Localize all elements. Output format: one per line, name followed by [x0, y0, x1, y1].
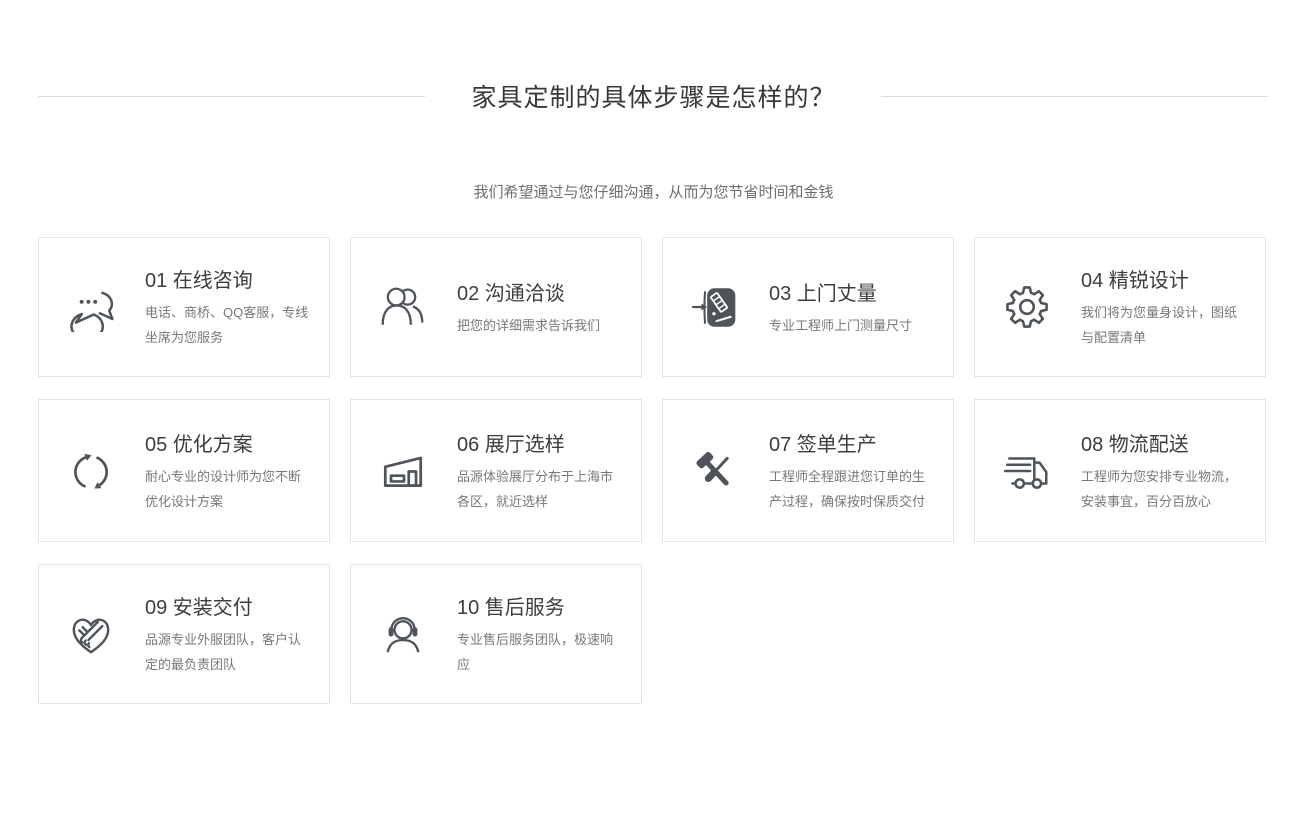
- step-card: 09 安装交付 品源专业外服团队，客户认定的最负责团队: [38, 564, 330, 704]
- handshake-heart-icon: [66, 609, 116, 659]
- step-description: 电话、商桥、QQ客服，专线坐席为您服务: [145, 300, 311, 350]
- step-card: 04 精锐设计 我们将为您量身设计，图纸与配置清单: [974, 237, 1266, 377]
- door-measure-icon: [690, 282, 740, 332]
- heading-divider-left: [38, 96, 425, 97]
- step-icon-box: [65, 608, 117, 660]
- step-description: 专业工程师上门测量尺寸: [769, 313, 912, 338]
- step-title: 01 在线咨询: [145, 264, 311, 293]
- showroom-building-icon: [378, 446, 428, 496]
- step-icon-box: [377, 445, 429, 497]
- step-icon-box: [689, 445, 741, 497]
- gear-icon: [1002, 282, 1052, 332]
- section-subtitle: 我们希望通过与您仔细沟通，从而为您节省时间和金钱: [0, 181, 1307, 202]
- heading-divider-right: [881, 96, 1268, 97]
- step-icon-box: [377, 608, 429, 660]
- step-card: 07 签单生产 工程师全程跟进您订单的生产过程，确保按时保质交付: [662, 399, 954, 542]
- step-title: 04 精锐设计: [1081, 264, 1247, 293]
- step-title: 07 签单生产: [769, 428, 935, 457]
- step-description: 专业售后服务团队，极速响应: [457, 627, 623, 677]
- step-icon-box: [689, 281, 741, 333]
- steps-grid: 01 在线咨询 电话、商桥、QQ客服，专线坐席为您服务 02 沟通洽谈 把您的详…: [38, 237, 1307, 704]
- page-title: 家具定制的具体步骤是怎样的？: [471, 78, 835, 114]
- step-icon-box: [377, 281, 429, 333]
- refresh-arrows-icon: [66, 446, 116, 496]
- step-title: 05 优化方案: [145, 428, 311, 457]
- step-title: 06 展厅选样: [457, 428, 623, 457]
- headset-support-icon: [378, 609, 428, 659]
- step-card: 05 优化方案 耐心专业的设计师为您不断优化设计方案: [38, 399, 330, 542]
- step-description: 耐心专业的设计师为您不断优化设计方案: [145, 464, 311, 514]
- step-icon-box: [1001, 445, 1053, 497]
- step-description: 我们将为您量身设计，图纸与配置清单: [1081, 300, 1247, 350]
- chat-bubbles-icon: [66, 282, 116, 332]
- step-icon-box: [65, 281, 117, 333]
- step-card: 06 展厅选样 品源体验展厅分布于上海市各区，就近选样: [350, 399, 642, 542]
- step-description: 品源专业外服团队，客户认定的最负责团队: [145, 627, 311, 677]
- furniture-steps-section: 家具定制的具体步骤是怎样的？ 我们希望通过与您仔细沟通，从而为您节省时间和金钱 …: [0, 78, 1307, 704]
- step-description: 工程师全程跟进您订单的生产过程，确保按时保质交付: [769, 464, 935, 514]
- step-card: 01 在线咨询 电话、商桥、QQ客服，专线坐席为您服务: [38, 237, 330, 377]
- step-title: 08 物流配送: [1081, 428, 1247, 457]
- step-title: 03 上门丈量: [769, 277, 912, 306]
- section-heading: 家具定制的具体步骤是怎样的？: [0, 78, 1307, 114]
- step-description: 品源体验展厅分布于上海市各区，就近选样: [457, 464, 623, 514]
- step-title: 09 安装交付: [145, 591, 311, 620]
- step-card: 08 物流配送 工程师为您安排专业物流，安装事宜，百分百放心: [974, 399, 1266, 542]
- people-icon: [378, 282, 428, 332]
- step-card: 03 上门丈量 专业工程师上门测量尺寸: [662, 237, 954, 377]
- step-description: 工程师为您安排专业物流，安装事宜，百分百放心: [1081, 464, 1247, 514]
- delivery-truck-icon: [1002, 446, 1052, 496]
- step-card: 10 售后服务 专业售后服务团队，极速响应: [350, 564, 642, 704]
- step-card: 02 沟通洽谈 把您的详细需求告诉我们: [350, 237, 642, 377]
- step-title: 02 沟通洽谈: [457, 277, 600, 306]
- step-icon-box: [1001, 281, 1053, 333]
- step-title: 10 售后服务: [457, 591, 623, 620]
- step-description: 把您的详细需求告诉我们: [457, 313, 600, 338]
- tools-icon: [690, 446, 740, 496]
- step-icon-box: [65, 445, 117, 497]
